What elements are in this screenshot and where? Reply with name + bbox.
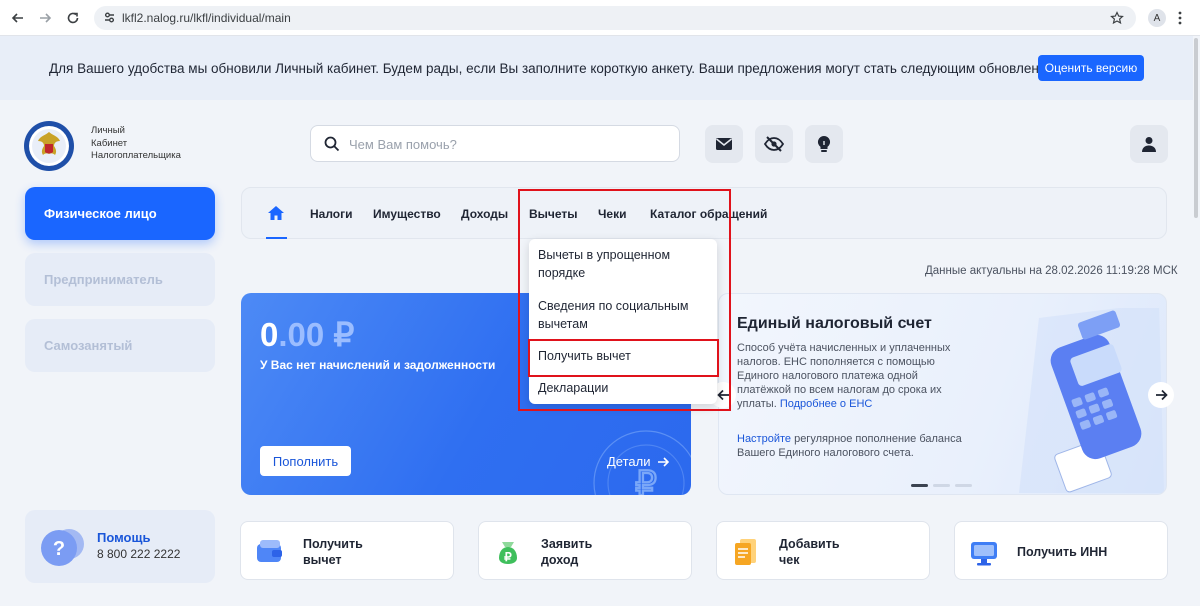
carousel-dot-2[interactable] xyxy=(933,484,950,487)
rate-version-button[interactable]: Оценить версию xyxy=(1038,55,1144,81)
page-scrollbar[interactable] xyxy=(1194,38,1198,218)
qa-line-1: Заявить xyxy=(541,537,593,551)
quick-action-label: Заявить доход xyxy=(541,536,592,568)
search-input[interactable]: Чем Вам помочь? xyxy=(310,125,680,162)
ens-description: Способ учёта начисленных и уплаченных на… xyxy=(737,341,959,411)
home-tab-indicator xyxy=(266,237,287,239)
carousel-dot-1[interactable] xyxy=(911,484,928,487)
sidebar-item-individual[interactable]: Физическое лицо xyxy=(25,187,215,240)
qa-line-2: вычет xyxy=(303,553,342,567)
eye-off-icon xyxy=(764,136,784,152)
qa-line-2: чек xyxy=(779,553,800,567)
home-icon[interactable] xyxy=(267,205,285,221)
amount-integer: 0 xyxy=(260,316,279,353)
ens-autopay-text: Настройте регулярное пополнение баланса … xyxy=(737,432,977,460)
quick-action-add-receipt[interactable]: Добавить чек xyxy=(716,521,930,580)
back-icon[interactable] xyxy=(8,8,28,28)
help-phone[interactable]: 8 800 222 2222 xyxy=(97,547,180,561)
quick-action-label: Добавить чек xyxy=(779,536,840,568)
quick-action-get-inn[interactable]: Получить ИНН xyxy=(954,521,1168,580)
sidebar-item-self-employed[interactable]: Самозанятый xyxy=(25,319,215,372)
ens-setup-link[interactable]: Настройте xyxy=(737,433,791,445)
qa-line-1: Получить xyxy=(303,537,363,551)
reload-icon[interactable] xyxy=(63,8,83,28)
help-title: Помощь xyxy=(97,530,151,545)
wallet-icon xyxy=(254,536,286,568)
carousel-dots xyxy=(911,484,972,487)
address-bar[interactable]: lkfl2.nalog.ru/lkfl/individual/main xyxy=(94,6,1136,30)
fns-logo[interactable] xyxy=(23,120,75,172)
tab-taxes[interactable]: Налоги xyxy=(310,207,353,221)
balance-amount: 0.00 ₽ xyxy=(260,315,354,354)
user-icon xyxy=(1141,136,1157,152)
highlight-box-get-deduction xyxy=(528,339,719,377)
arrow-right-icon xyxy=(1155,389,1168,401)
envelope-icon xyxy=(715,137,733,151)
search-placeholder: Чем Вам помочь? xyxy=(349,137,457,152)
user-profile-button[interactable] xyxy=(1130,125,1168,163)
tab-income[interactable]: Доходы xyxy=(461,207,508,221)
lightbulb-icon xyxy=(817,135,831,153)
tips-button[interactable] xyxy=(805,125,843,163)
amount-decimal: .00 ₽ xyxy=(278,316,355,353)
logo-caption: Личный Кабинет Налогоплательщика xyxy=(91,125,181,163)
topup-button[interactable]: Пополнить xyxy=(260,446,351,476)
receipt-icon xyxy=(730,536,762,568)
qa-line-1: Получить ИНН xyxy=(1017,545,1108,559)
logo-line-2: Кабинет xyxy=(91,137,128,149)
qa-line-2: доход xyxy=(541,553,579,567)
carousel-dot-3[interactable] xyxy=(955,484,972,487)
details-label: Детали xyxy=(607,454,651,469)
help-card[interactable]: ? Помощь 8 800 222 2222 xyxy=(25,510,215,583)
details-link[interactable]: Детали xyxy=(607,454,669,469)
sidebar-item-entrepreneur[interactable]: Предприниматель xyxy=(25,253,215,306)
quick-action-get-deduction[interactable]: Получить вычет xyxy=(240,521,454,580)
search-icon xyxy=(324,136,340,152)
logo-line-3: Налогоплательщика xyxy=(91,150,181,161)
carousel-next-button[interactable] xyxy=(1148,382,1174,408)
visually-impaired-button[interactable] xyxy=(755,125,793,163)
banner-text: Для Вашего удобства мы обновили Личный к… xyxy=(49,61,1064,76)
help-question-icon: ? xyxy=(39,524,89,570)
browser-toolbar: lkfl2.nalog.ru/lkfl/individual/main A xyxy=(0,0,1200,36)
svg-text:?: ? xyxy=(53,538,65,560)
url-text: lkfl2.nalog.ru/lkfl/individual/main xyxy=(122,11,291,25)
svg-text:₽: ₽ xyxy=(635,465,657,495)
ens-title: Единый налоговый счет xyxy=(737,315,932,332)
qa-line-1: Добавить xyxy=(779,537,840,551)
browser-menu-icon[interactable] xyxy=(1178,11,1182,25)
ens-card: Единый налоговый счет Способ учёта начис… xyxy=(718,293,1167,495)
payment-terminal-icon xyxy=(1019,308,1164,493)
profile-avatar[interactable]: A xyxy=(1148,9,1166,27)
quick-action-label: Получить вычет xyxy=(303,536,363,568)
survey-banner: Для Вашего удобства мы обновили Личный к… xyxy=(0,36,1193,100)
bookmark-star-icon[interactable] xyxy=(1110,11,1124,25)
balance-subtitle: У Вас нет начислений и задолженности xyxy=(260,358,496,372)
computer-icon xyxy=(968,536,1000,568)
forward-icon[interactable] xyxy=(35,8,55,28)
messages-button[interactable] xyxy=(705,125,743,163)
ruble-bag-icon: ₽ xyxy=(492,536,524,568)
tab-property[interactable]: Имущество xyxy=(373,207,441,221)
ens-more-link[interactable]: Подробнее о ЕНС xyxy=(780,398,873,410)
svg-text:₽: ₽ xyxy=(504,550,512,564)
data-timestamp: Данные актуальны на 28.02.2026 11:19:28 … xyxy=(925,265,1178,277)
site-settings-icon[interactable] xyxy=(103,11,116,24)
quick-action-label: Получить ИНН xyxy=(1017,544,1107,560)
arrow-right-icon xyxy=(657,456,669,468)
logo-line-1: Личный xyxy=(91,125,125,136)
highlight-box-deductions-menu xyxy=(518,189,731,411)
quick-action-declare-income[interactable]: ₽ Заявить доход xyxy=(478,521,692,580)
